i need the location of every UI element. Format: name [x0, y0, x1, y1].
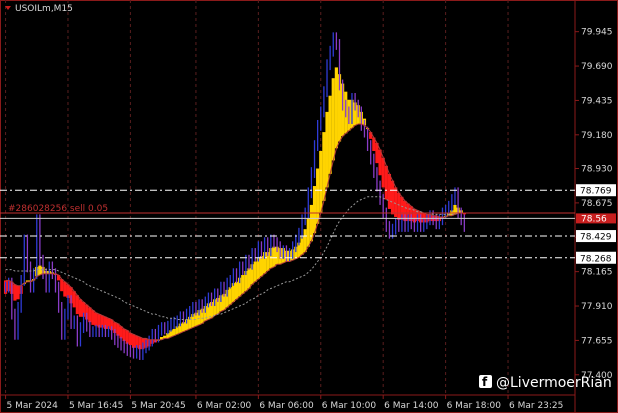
- x-tick-label: 5 Mar 20:45: [131, 401, 185, 411]
- y-tick-label: 78.675: [581, 199, 613, 209]
- x-tick-label: 6 Mar 18:00: [447, 401, 502, 411]
- cloud-band: [381, 157, 385, 188]
- bid-price-label: 78.56: [581, 214, 607, 224]
- cloud-band: [88, 307, 92, 323]
- x-tick-label: 5 Mar 2024: [7, 401, 59, 411]
- cloud-band: [397, 192, 401, 220]
- cloud-band: [334, 67, 338, 149]
- cloud-band: [94, 312, 98, 327]
- watermark: f @LivermoerRian: [479, 375, 612, 391]
- cloud-band: [253, 261, 257, 282]
- cloud-band: [312, 186, 317, 234]
- cloud-band: [131, 334, 136, 348]
- x-tick-label: 6 Mar 23:25: [509, 401, 563, 411]
- cloud-band: [303, 229, 307, 253]
- x-tick-label: 6 Mar 14:00: [384, 401, 439, 411]
- cloud-band: [181, 322, 186, 332]
- facebook-glyph: f: [482, 375, 488, 389]
- cloud-band: [387, 173, 392, 209]
- cloud-band: [75, 295, 79, 315]
- y-tick-label: 77.910: [581, 302, 613, 312]
- cloud-band: [72, 291, 76, 308]
- x-tick-label: 6 Mar 06:00: [259, 401, 314, 411]
- cloud-band: [125, 330, 129, 344]
- cloud-band: [122, 328, 126, 342]
- cloud-band: [241, 275, 245, 294]
- price-chart[interactable]: 77.40077.65577.91078.16578.42078.67578.9…: [0, 0, 618, 413]
- cloud-band: [38, 265, 42, 276]
- cloud-band: [300, 235, 304, 255]
- x-tick-label: 6 Mar 10:00: [322, 401, 377, 411]
- chart-window[interactable]: 77.40077.65577.91078.16578.42078.67578.9…: [0, 0, 618, 413]
- cloud-band: [116, 323, 120, 336]
- cloud-band: [390, 180, 395, 215]
- cloud-band: [78, 299, 83, 317]
- cloud-band: [306, 218, 310, 247]
- y-tick-label: 77.655: [581, 336, 613, 346]
- y-tick-label: 78.930: [581, 165, 613, 175]
- cloud-band: [316, 168, 320, 224]
- cloud-band: [247, 268, 251, 289]
- symbol-label[interactable]: USOILm,M15: [15, 4, 73, 14]
- cloud-band: [331, 78, 335, 161]
- cloud-band: [91, 310, 95, 325]
- x-tick-label: 6 Mar 02:00: [197, 401, 252, 411]
- level-tag-label: 78.769: [580, 187, 612, 197]
- cloud-band: [328, 95, 332, 174]
- cloud-band: [325, 111, 329, 188]
- candles: [4, 32, 465, 360]
- cloud-band: [63, 281, 67, 297]
- level-tag-label: 78.268: [580, 254, 612, 264]
- level-tag-label: 78.429: [580, 233, 612, 243]
- y-tick-label: 78.165: [581, 268, 613, 278]
- price-axis: 77.40077.65577.91078.16578.42078.67578.9…: [575, 28, 616, 381]
- y-tick-label: 79.435: [581, 96, 613, 106]
- cloud-band: [384, 165, 388, 200]
- order-line-label: #286028256 sell 0.05: [8, 204, 108, 214]
- cloud-band: [319, 150, 323, 214]
- cloud-band: [259, 256, 264, 277]
- cloud-band: [128, 332, 132, 346]
- cloud-band: [234, 281, 239, 300]
- time-axis: 5 Mar 2024 5 Mar 16:45 5 Mar 20:45 6 Mar 02…: [5, 395, 563, 411]
- x-tick-label: 5 Mar 16:45: [69, 401, 123, 411]
- cloud-band: [119, 326, 123, 339]
- y-tick-label: 79.690: [581, 62, 613, 72]
- y-tick-label: 79.945: [581, 28, 613, 38]
- watermark-text: @LivermoerRian: [496, 375, 612, 391]
- horizontal-levels[interactable]: [0, 189, 575, 259]
- cloud-band: [228, 287, 232, 305]
- cloud-band: [16, 285, 20, 300]
- cloud-band: [13, 284, 17, 301]
- cloud-band: [60, 279, 64, 292]
- cloud-band: [231, 283, 235, 302]
- y-tick-label: 79.180: [581, 131, 613, 141]
- cloud-band: [272, 246, 276, 267]
